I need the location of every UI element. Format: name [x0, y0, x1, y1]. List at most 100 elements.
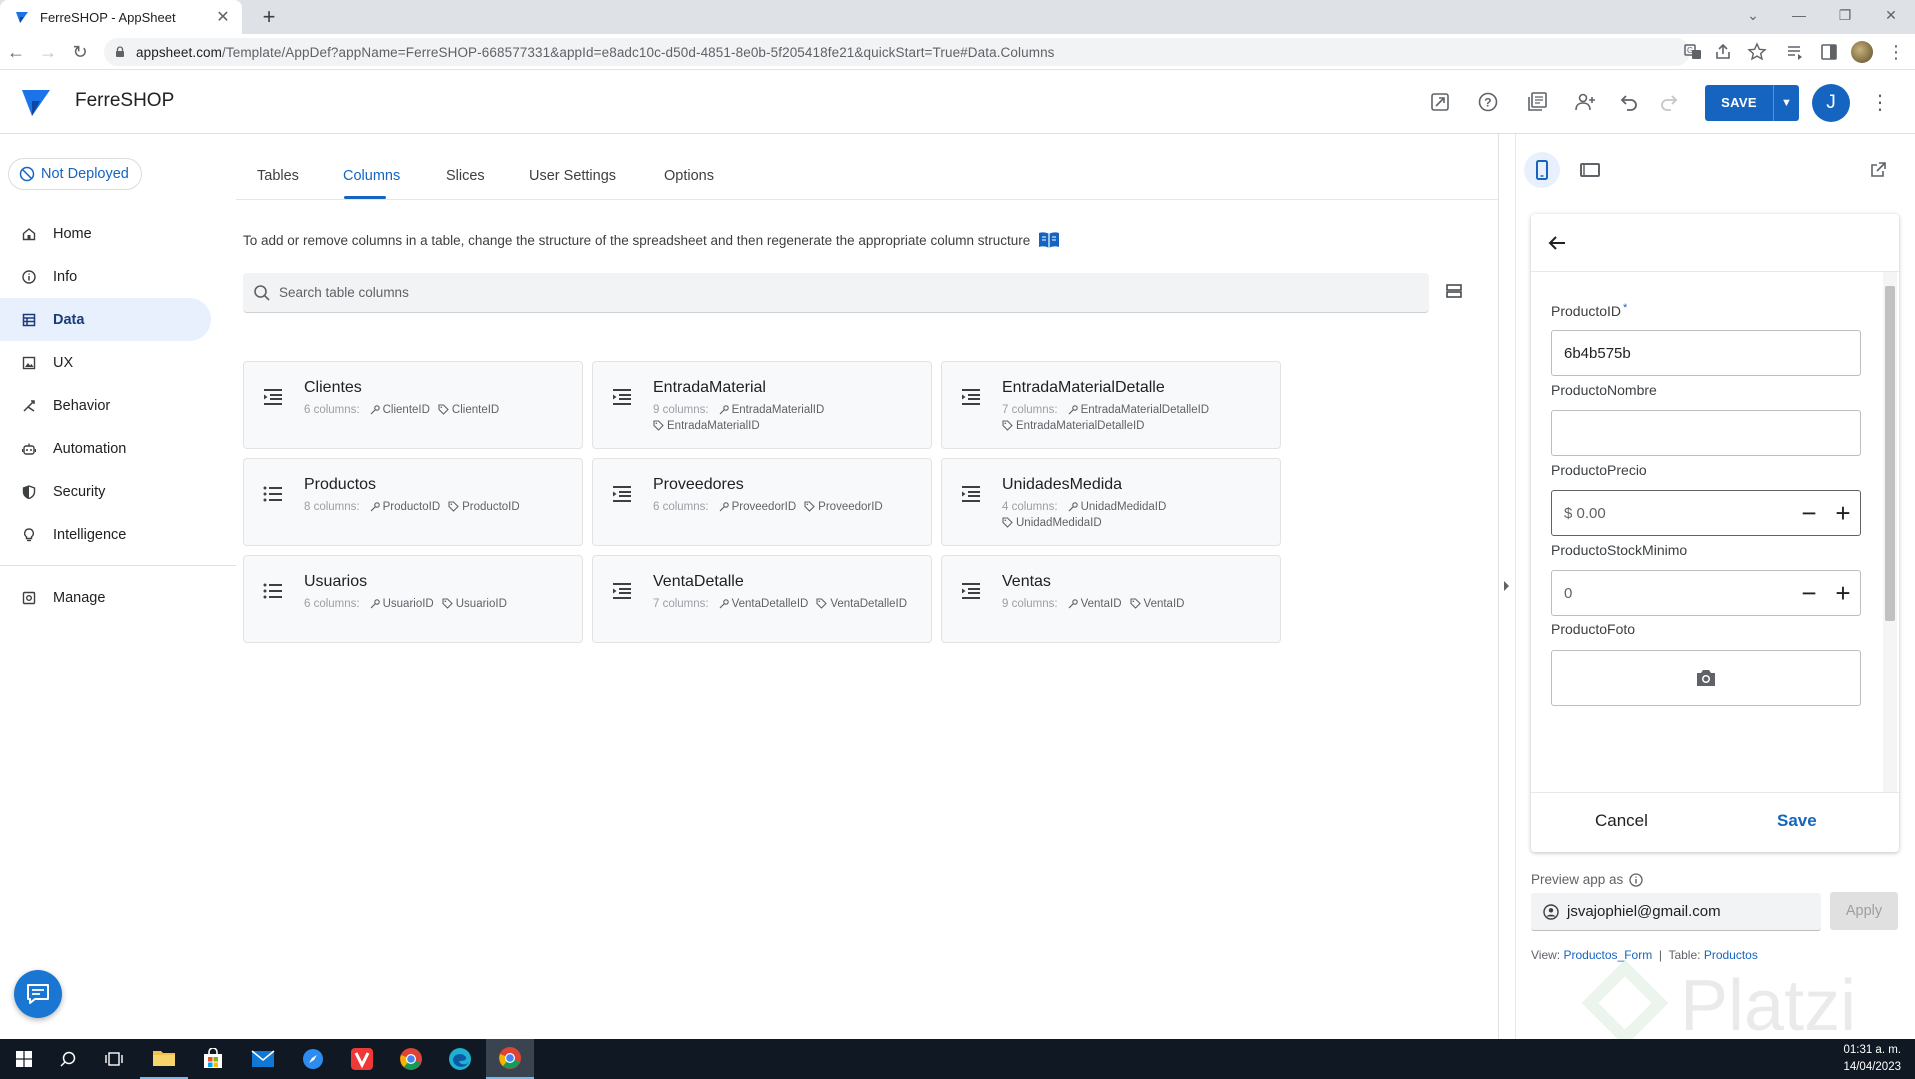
cancel-button[interactable]: Cancel: [1595, 811, 1648, 831]
system-clock[interactable]: 01:31 a. m. 14/04/2023: [1843, 1042, 1901, 1076]
save-button[interactable]: SAVE ▼: [1705, 85, 1799, 121]
url-field[interactable]: appsheet.com/Template/AppDef?appName=Fer…: [104, 38, 1690, 66]
table-card-usuarios[interactable]: Usuarios 6 columns: UsuarioID UsuarioID: [243, 555, 583, 643]
restore-button[interactable]: ❐: [1822, 0, 1868, 30]
view-toggle-icon[interactable]: [1444, 281, 1464, 301]
forward-icon[interactable]: →: [36, 40, 60, 64]
form-scrollbar-thumb[interactable]: [1885, 286, 1895, 621]
label-column: UnidadMedidaID: [1016, 517, 1102, 529]
apply-button[interactable]: Apply: [1830, 892, 1898, 930]
column-count: 6 columns:: [304, 598, 360, 610]
start-button[interactable]: [0, 1039, 48, 1079]
task-view-button[interactable]: [90, 1039, 138, 1079]
docs-book-icon[interactable]: [1038, 231, 1060, 249]
view-label: View:: [1531, 948, 1561, 962]
undo-icon[interactable]: [1618, 91, 1640, 113]
chat-support-button[interactable]: [14, 970, 62, 1018]
taskbar-store[interactable]: [189, 1039, 237, 1079]
table-card-productos[interactable]: Productos 8 columns: ProductoID ProductoID: [243, 458, 583, 546]
sidebar-item-home[interactable]: Home: [0, 212, 236, 255]
back-arrow-icon[interactable]: [1545, 231, 1569, 255]
redo-icon[interactable]: [1658, 91, 1680, 113]
panel-splitter[interactable]: [1498, 134, 1499, 1039]
help-icon[interactable]: ?: [1477, 91, 1499, 113]
table-icon: [962, 583, 980, 599]
user-avatar[interactable]: J: [1812, 84, 1850, 122]
increment-button[interactable]: +: [1826, 491, 1860, 535]
sidebar-item-data[interactable]: Data: [0, 298, 211, 341]
taskbar-chrome-active[interactable]: [486, 1039, 534, 1079]
open-in-new-icon[interactable]: [1868, 160, 1888, 180]
browser-profile-avatar[interactable]: [1851, 41, 1873, 63]
preview-email-field[interactable]: jsvajophiel@gmail.com: [1531, 893, 1821, 931]
increment-button[interactable]: +: [1826, 571, 1860, 615]
tablet-preview-toggle[interactable]: [1572, 152, 1608, 188]
decrement-button[interactable]: −: [1792, 491, 1826, 535]
deploy-status-chip[interactable]: Not Deployed: [8, 158, 142, 190]
sidebar-item-ux[interactable]: UX: [0, 341, 236, 384]
preview-divider: [1515, 134, 1516, 1039]
mobile-preview-toggle[interactable]: [1524, 152, 1560, 188]
side-panel-icon[interactable]: [1819, 42, 1839, 62]
tab-columns[interactable]: Columns: [343, 168, 400, 184]
search-input[interactable]: [279, 285, 1179, 300]
table-card-unidadesmedida[interactable]: UnidadesMedida 4 columns: UnidadMedidaID U…: [941, 458, 1281, 546]
minimize-button[interactable]: —: [1776, 0, 1822, 30]
app-preview-icon[interactable]: [1429, 91, 1451, 113]
translate-icon[interactable]: G: [1683, 42, 1703, 62]
browser-tab[interactable]: FerreSHOP - AppSheet ✕: [0, 0, 242, 34]
table-card-proveedores[interactable]: Proveedores 6 columns: ProveedorID Proveed…: [592, 458, 932, 546]
column-count: 6 columns:: [653, 501, 709, 513]
sidebar-item-info[interactable]: Info: [0, 255, 236, 298]
tab-user-settings[interactable]: User Settings: [529, 168, 616, 184]
tab-close-icon[interactable]: ✕: [214, 7, 232, 27]
tab-search-icon[interactable]: ⌄: [1730, 0, 1776, 30]
taskbar-app-blue[interactable]: [289, 1039, 337, 1079]
more-options-icon[interactable]: ⋮: [1870, 90, 1890, 114]
close-window-button[interactable]: ✕: [1868, 0, 1914, 30]
form-save-button[interactable]: Save: [1777, 811, 1817, 831]
gallery-icon[interactable]: [1526, 91, 1548, 113]
tab-tables[interactable]: Tables: [257, 168, 299, 184]
share-icon[interactable]: [1713, 42, 1733, 62]
productostockminimo-field[interactable]: 0 − +: [1551, 570, 1861, 616]
productoprecio-field[interactable]: $ 0.00 − +: [1551, 490, 1861, 536]
bookmark-star-icon[interactable]: [1747, 42, 1767, 62]
save-dropdown-icon[interactable]: ▼: [1773, 85, 1799, 121]
taskbar-file-explorer[interactable]: [140, 1039, 188, 1079]
reload-icon[interactable]: ↻: [68, 40, 92, 64]
address-bar: ← → ↻ appsheet.com/Template/AppDef?appNa…: [0, 34, 1915, 70]
sidebar-item-label: UX: [53, 354, 74, 371]
table-card-ventadetalle[interactable]: VentaDetalle 7 columns: VentaDetalleID Ven…: [592, 555, 932, 643]
table-card-entradamaterialdetalle[interactable]: EntradaMaterialDetalle 7 columns: Entrada…: [941, 361, 1281, 449]
taskbar-chrome[interactable]: [387, 1039, 435, 1079]
sidebar-item-automation[interactable]: Automation: [0, 427, 236, 470]
taskbar-search-button[interactable]: [44, 1039, 92, 1079]
sidebar-item-manage[interactable]: Manage: [0, 576, 236, 619]
taskbar-mail[interactable]: [239, 1039, 287, 1079]
taskbar-vivaldi[interactable]: [338, 1039, 386, 1079]
productoid-value: 6b4b575b: [1564, 344, 1631, 362]
table-card-clientes[interactable]: Clientes 6 columns: ClienteID ClienteID: [243, 361, 583, 449]
productoid-field[interactable]: 6b4b575b: [1551, 330, 1861, 376]
search-columns-field[interactable]: [243, 273, 1429, 313]
sidebar-item-behavior[interactable]: Behavior: [0, 384, 236, 427]
reading-list-icon[interactable]: [1785, 42, 1805, 62]
sidebar-item-security[interactable]: Security: [0, 470, 236, 513]
tab-options[interactable]: Options: [664, 168, 714, 184]
info-icon[interactable]: [1629, 872, 1643, 887]
browser-menu-icon[interactable]: ⋮: [1884, 40, 1908, 64]
share-app-icon[interactable]: [1574, 91, 1596, 113]
productonombre-field[interactable]: [1551, 410, 1861, 456]
decrement-button[interactable]: −: [1792, 571, 1826, 615]
table-card-entradamaterial[interactable]: EntradaMaterial 9 columns: EntradaMateria…: [592, 361, 932, 449]
back-icon[interactable]: ←: [4, 40, 28, 64]
sidebar-item-intelligence[interactable]: Intelligence: [0, 513, 236, 556]
new-tab-button[interactable]: +: [256, 4, 282, 30]
key-column: ClienteID: [382, 404, 430, 416]
tab-slices[interactable]: Slices: [446, 168, 485, 184]
productofoto-field[interactable]: [1551, 650, 1861, 706]
taskbar-edge[interactable]: [436, 1039, 484, 1079]
collapse-preview-icon[interactable]: [1502, 580, 1510, 592]
table-card-ventas[interactable]: Ventas 9 columns: VentaID VentaID: [941, 555, 1281, 643]
